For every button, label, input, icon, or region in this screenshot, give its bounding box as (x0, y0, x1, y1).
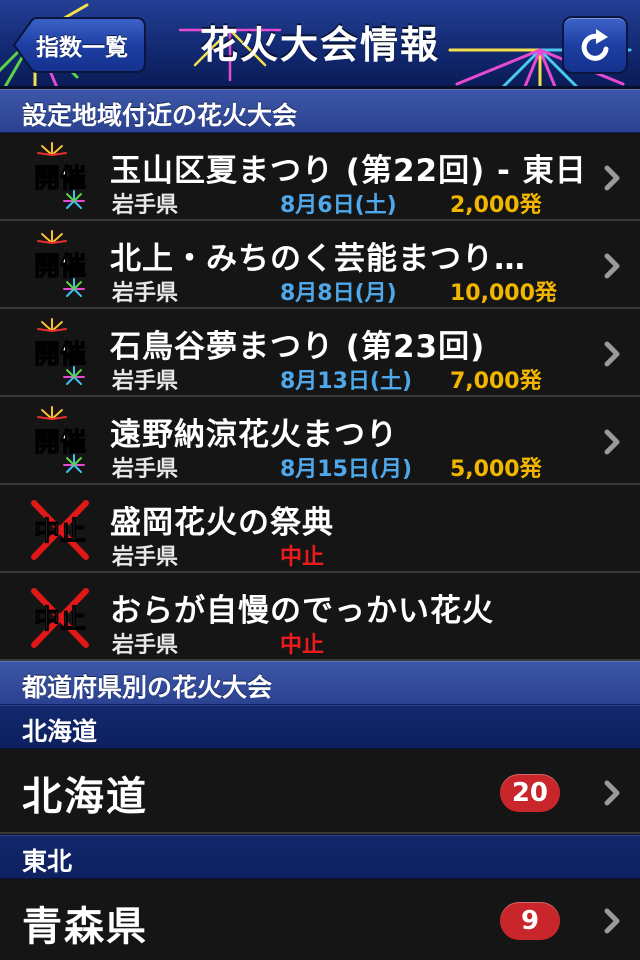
badge-label: 開催 (34, 164, 86, 194)
prefecture-row[interactable]: 青森県 9 (0, 880, 640, 960)
fireworks-held-icon: 開催 (33, 142, 87, 209)
chevron-right-icon (604, 341, 620, 367)
refresh-button[interactable] (562, 16, 628, 74)
fireworks-held-icon: 開催 (33, 406, 87, 473)
event-status: 中止 (280, 633, 325, 658)
event-count-badge: 20 (499, 774, 560, 812)
cancelled-icon: 中止 (31, 588, 89, 648)
badge-label: 開催 (34, 252, 86, 282)
fireworks-held-icon: 開催 (33, 230, 87, 297)
event-date: 8月15日(月) (280, 457, 413, 482)
nav-bar: 指数一覧 花火大会情報 (0, 0, 640, 88)
chevron-right-icon (604, 429, 620, 455)
event-row[interactable]: 開催 玉山区夏まつり (第22回) - 東日… 岩手県 8月6日(土) 2,00… (0, 133, 640, 221)
page-title: 花火大会情報 (199, 23, 440, 67)
chevron-right-icon (604, 253, 620, 279)
cancelled-icon: 中止 (31, 500, 89, 560)
event-title: 遠野納涼花火まつり (110, 417, 398, 453)
section-header-by-prefecture: 都道府県別の花火大会 (0, 661, 640, 705)
event-title: 北上・みちのく芸能まつり… (110, 241, 526, 277)
prefecture-label: 北海道 (22, 774, 148, 820)
event-date: 8月8日(月) (280, 281, 397, 306)
event-status: 中止 (280, 545, 325, 570)
event-row-cancelled: 中止 おらが自慢のでっかい花火 岩手県 中止 (0, 573, 640, 661)
chevron-right-icon (604, 908, 620, 934)
event-row[interactable]: 開催 遠野納涼花火まつり 岩手県 8月15日(月) 5,000発 (0, 397, 640, 485)
section-header-nearby-label: 設定地域付近の花火大会 (22, 101, 298, 130)
event-prefecture: 岩手県 (112, 545, 179, 570)
event-count-badge: 9 (500, 902, 560, 940)
event-prefecture: 岩手県 (112, 281, 179, 306)
section-header-by-prefecture-label: 都道府県別の花火大会 (22, 673, 273, 702)
event-title: 石鳥谷夢まつり (第23回) (110, 329, 486, 365)
event-prefecture: 岩手県 (112, 193, 179, 218)
event-shots: 2,000発 (450, 193, 542, 218)
refresh-icon (581, 29, 609, 61)
event-prefecture: 岩手県 (112, 633, 179, 658)
badge-label: 中止 (34, 517, 86, 547)
event-row[interactable]: 開催 北上・みちのく芸能まつり… 岩手県 8月8日(月) 10,000発 (0, 221, 640, 309)
fireworks-held-icon: 開催 (33, 318, 87, 385)
event-shots: 10,000発 (450, 281, 557, 306)
chevron-right-icon (604, 165, 620, 191)
section-header-nearby: 設定地域付近の花火大会 (0, 89, 640, 133)
badge-label: 開催 (34, 340, 86, 370)
event-row-cancelled: 中止 盛岡花火の祭典 岩手県 中止 (0, 485, 640, 573)
event-prefecture: 岩手県 (112, 457, 179, 482)
region-header-label: 東北 (22, 847, 73, 876)
badge-label: 中止 (34, 605, 86, 635)
event-title: 玉山区夏まつり (第22回) - 東日… (110, 153, 588, 189)
prefecture-row[interactable]: 北海道 20 (0, 750, 640, 834)
region-header-hokkaido: 北海道 (0, 705, 640, 749)
region-header-label: 北海道 (22, 717, 98, 746)
prefecture-label: 青森県 (22, 904, 148, 950)
event-title: 盛岡花火の祭典 (110, 505, 334, 541)
badge-label: 開催 (34, 428, 86, 458)
event-prefecture: 岩手県 (112, 369, 179, 394)
event-shots: 7,000発 (450, 369, 542, 394)
event-date: 8月13日(土) (280, 369, 413, 394)
event-shots: 5,000発 (450, 457, 542, 482)
event-row[interactable]: 開催 石鳥谷夢まつり (第23回) 岩手県 8月13日(土) 7,000発 (0, 309, 640, 397)
event-title: おらが自慢のでっかい花火 (110, 593, 494, 629)
event-date: 8月6日(土) (280, 193, 397, 218)
chevron-right-icon (604, 780, 620, 806)
region-header-tohoku: 東北 (0, 835, 640, 879)
